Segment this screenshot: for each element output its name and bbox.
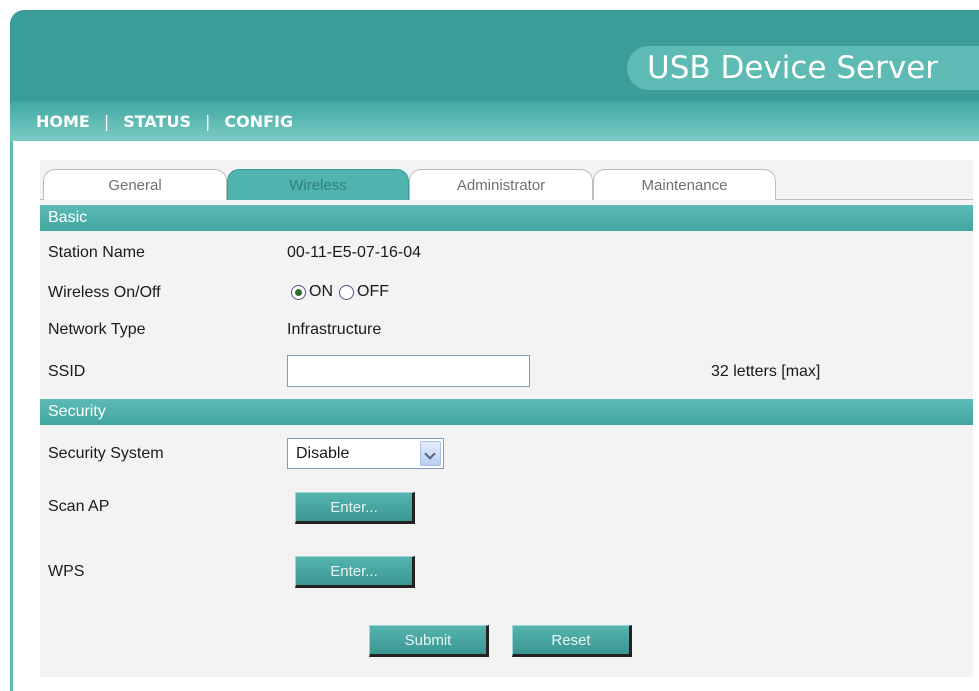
nav-separator: | [103, 111, 110, 131]
ssid-input[interactable] [287, 355, 530, 387]
nav-items: HOME | STATUS | CONFIG [36, 101, 293, 141]
nav-separator: | [205, 111, 211, 131]
submit-button[interactable]: Submit [369, 625, 489, 657]
wireless-off-label: OFF [357, 283, 389, 300]
tab-bar: General Wireless Administrator Maintenan… [40, 165, 973, 200]
wireless-on-radio[interactable] [291, 284, 306, 300]
chevron-down-icon[interactable] [420, 441, 441, 466]
tab-general[interactable]: General [43, 169, 227, 200]
nav-status[interactable]: STATUS [123, 112, 191, 131]
tab-wireless[interactable]: Wireless [227, 169, 409, 200]
station-name-value: 00-11-E5-07-16-04 [287, 244, 422, 261]
scan-ap-label: Scan AP [48, 498, 110, 515]
wireless-radio-group: ON OFF [291, 283, 395, 301]
ssid-hint: 32 letters [max] [711, 363, 821, 380]
scan-ap-button[interactable]: Enter... [295, 492, 415, 524]
left-border-line [10, 141, 13, 691]
header-banner: USB Device Server [10, 10, 979, 101]
network-type-value: Infrastructure [287, 321, 382, 338]
wireless-on-label: ON [309, 283, 333, 300]
station-name-label: Station Name [48, 244, 145, 261]
reset-button[interactable]: Reset [512, 625, 632, 657]
page: USB Device Server HOME | STATUS | CONFIG… [0, 0, 979, 691]
section-basic: Basic [40, 205, 973, 231]
security-system-select[interactable]: Disable [287, 438, 444, 469]
wps-button[interactable]: Enter... [295, 556, 415, 588]
security-system-value: Disable [296, 445, 350, 462]
nav-home[interactable]: HOME [36, 112, 90, 131]
app-title: USB Device Server [627, 46, 979, 90]
wps-label: WPS [48, 563, 85, 580]
wireless-off-radio[interactable] [339, 284, 354, 300]
wireless-onoff-label: Wireless On/Off [48, 284, 161, 301]
security-system-label: Security System [48, 445, 164, 462]
tab-administrator[interactable]: Administrator [409, 169, 593, 200]
section-security: Security [40, 399, 973, 425]
nav-config[interactable]: CONFIG [224, 112, 293, 131]
tab-maintenance[interactable]: Maintenance [593, 169, 776, 200]
network-type-label: Network Type [48, 321, 146, 338]
top-nav: HOME | STATUS | CONFIG [10, 101, 979, 141]
ssid-label: SSID [48, 363, 86, 380]
